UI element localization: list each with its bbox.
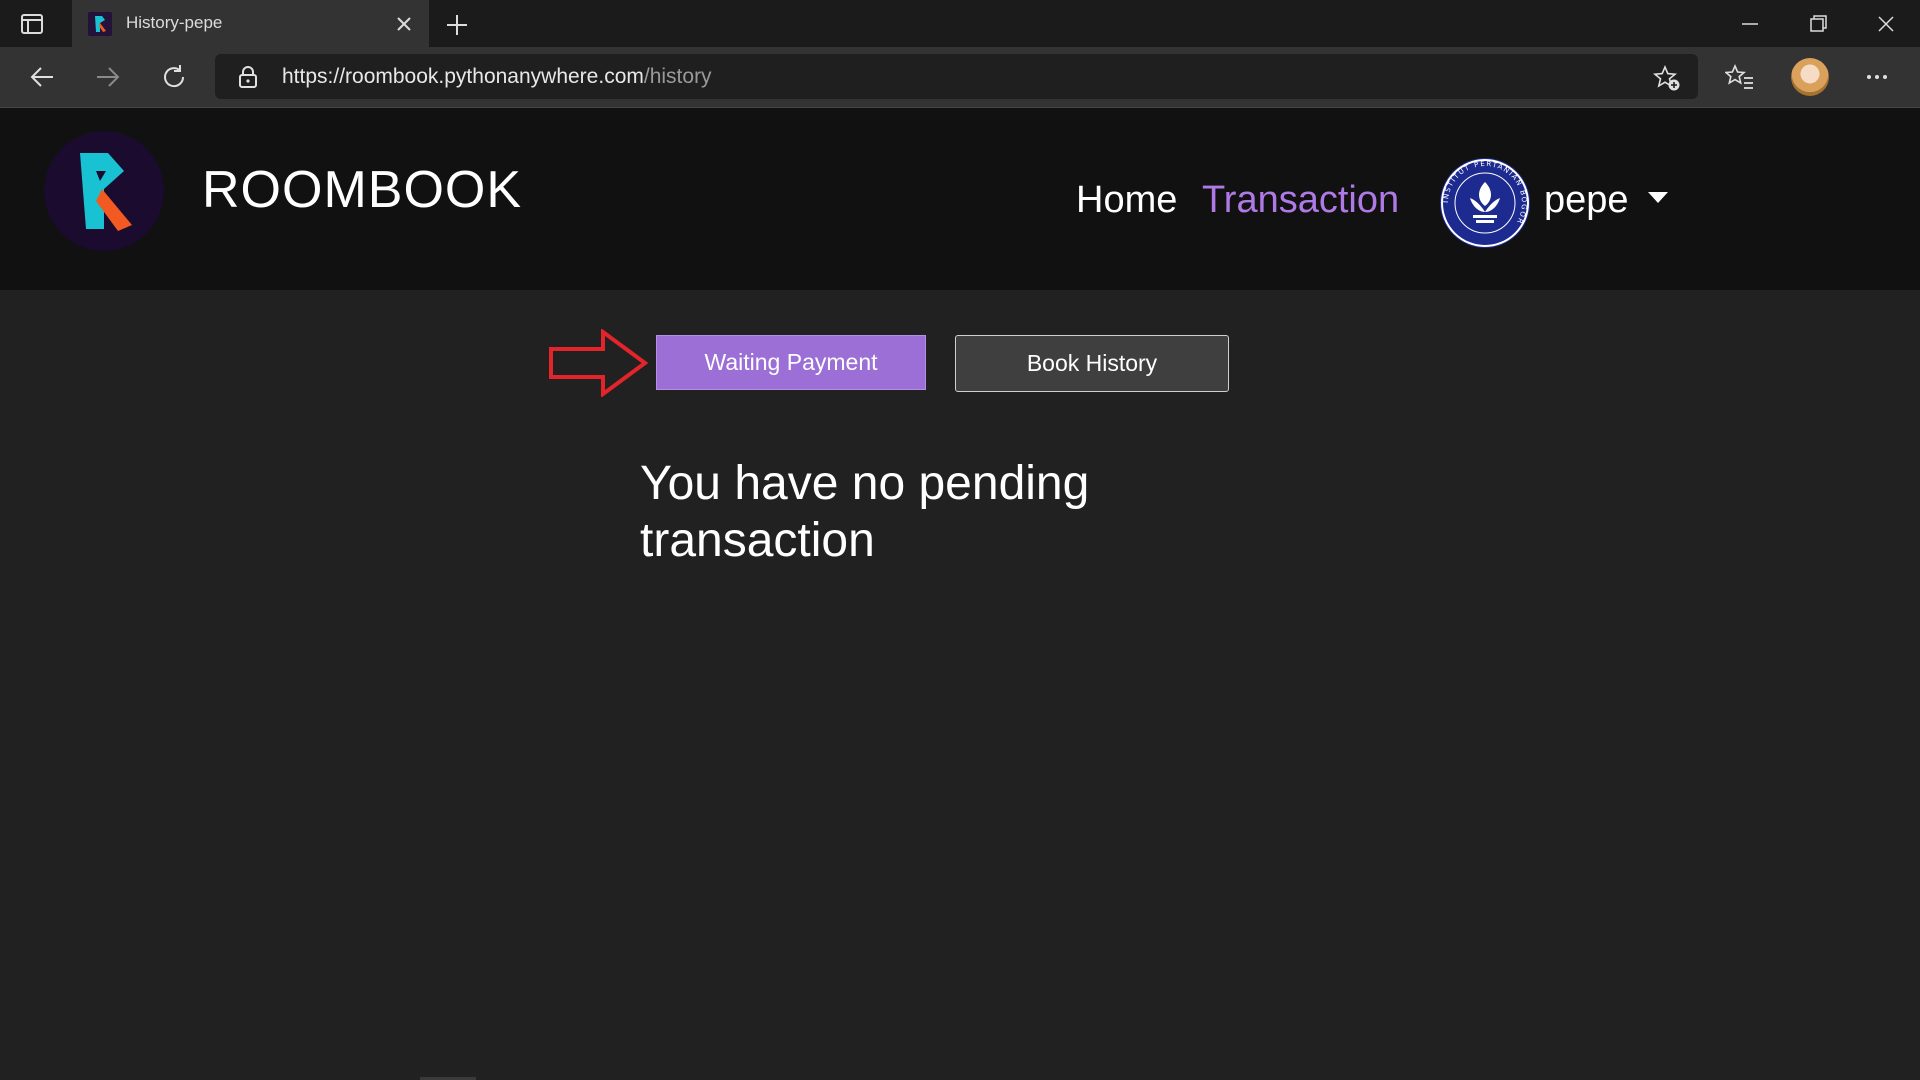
url-host: https://roombook.pythonanywhere.com xyxy=(282,65,644,88)
new-tab-plus-icon[interactable] xyxy=(443,11,471,39)
waiting-payment-tab-button[interactable]: Waiting Payment xyxy=(656,335,926,390)
address-bar[interactable]: https://roombook.pythonanywhere.com/hist… xyxy=(215,54,1698,99)
roombook-logo[interactable] xyxy=(44,131,164,251)
book-history-tab-button[interactable]: Book History xyxy=(955,335,1229,392)
reload-icon[interactable] xyxy=(159,62,189,92)
empty-state-message: You have no pending transaction xyxy=(640,457,1090,567)
site-navbar: ROOMBOOK Home Transaction INSTITUT PERTA… xyxy=(0,108,1920,290)
url-path: /history xyxy=(643,65,712,88)
forward-arrow-icon[interactable] xyxy=(93,62,123,92)
tab-title: History-pepe xyxy=(126,13,223,32)
tab-actions-icon[interactable] xyxy=(20,12,44,36)
restore-window-icon[interactable] xyxy=(1804,10,1832,38)
lock-icon[interactable] xyxy=(237,65,259,89)
brand-name[interactable]: ROOMBOOK xyxy=(202,160,522,220)
user-avatar[interactable]: INSTITUT PERTANIAN BOGOR xyxy=(1440,158,1530,248)
minimize-icon[interactable] xyxy=(1736,10,1764,38)
nav-link-transaction[interactable]: Transaction xyxy=(1202,179,1399,222)
back-arrow-icon[interactable] xyxy=(27,62,57,92)
browser-tab-active[interactable]: History-pepe xyxy=(72,0,429,47)
roombook-favicon-icon xyxy=(88,12,112,36)
caret-down-icon[interactable] xyxy=(1648,192,1668,203)
close-tab-icon[interactable] xyxy=(392,12,416,36)
more-dots-icon[interactable] xyxy=(1862,62,1892,92)
close-window-icon[interactable] xyxy=(1872,10,1900,38)
profile-avatar[interactable] xyxy=(1791,58,1829,96)
user-name[interactable]: pepe xyxy=(1544,179,1629,222)
nav-link-home[interactable]: Home xyxy=(1076,179,1177,222)
annotation-arrow-icon xyxy=(549,329,648,397)
browser-toolbar: https://roombook.pythonanywhere.com/hist… xyxy=(0,47,1920,108)
star-add-icon[interactable] xyxy=(1653,64,1681,92)
browser-tab-bar: History-pepe xyxy=(0,0,1920,47)
url-text: https://roombook.pythonanywhere.com/hist… xyxy=(282,65,712,89)
favorites-list-icon[interactable] xyxy=(1725,62,1755,92)
